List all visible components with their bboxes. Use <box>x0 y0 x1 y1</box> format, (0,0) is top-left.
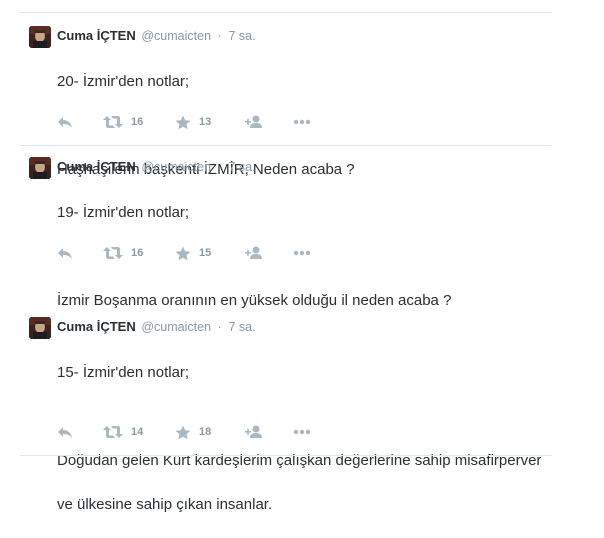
tweet-time[interactable]: 7 sa. <box>228 320 255 334</box>
star-icon <box>175 115 191 129</box>
tweet-divider <box>20 145 552 146</box>
more-icon <box>293 250 311 256</box>
retweet-icon <box>103 116 123 128</box>
tweet-text-line: 15- İzmir'den notlar; <box>57 364 190 381</box>
favorite-button[interactable]: 18 <box>175 423 211 441</box>
follow-icon <box>245 425 262 438</box>
more-button[interactable] <box>293 113 311 131</box>
favorite-button[interactable]: 15 <box>175 244 211 262</box>
reply-button[interactable] <box>57 244 73 262</box>
more-icon <box>293 429 311 435</box>
tweet-header: Cuma İÇTEN @cumaicten · 7 sa. <box>57 319 256 335</box>
follow-button[interactable] <box>245 423 263 441</box>
more-button[interactable] <box>293 423 311 441</box>
avatar[interactable] <box>29 157 51 179</box>
tweet-actions: 16 13 <box>57 113 357 131</box>
more-button[interactable] <box>293 244 311 262</box>
follow-icon <box>245 246 262 259</box>
author-handle[interactable]: @cumaicten <box>141 160 211 174</box>
retweet-icon <box>103 247 123 259</box>
tweet-actions: 14 18 <box>57 423 357 441</box>
reply-icon <box>58 427 72 438</box>
star-icon <box>175 246 191 260</box>
tweet-text-line: ve ülkesine sahip çıkan insanlar. <box>57 496 273 513</box>
reply-icon <box>58 248 72 259</box>
follow-button[interactable] <box>245 113 263 131</box>
reply-button[interactable] <box>57 113 73 131</box>
reply-icon <box>58 117 72 128</box>
follow-button[interactable] <box>245 244 263 262</box>
star-icon <box>175 425 191 439</box>
tweet-header: Cuma İÇTEN @cumaicten · 7 sa. <box>57 159 256 175</box>
follow-icon <box>245 115 262 128</box>
tweet-text-line: 20- İzmir'den notlar; <box>57 73 190 90</box>
reply-button[interactable] <box>57 423 73 441</box>
separator-dot: · <box>217 29 222 43</box>
favorite-count: 18 <box>199 426 212 438</box>
retweet-button[interactable]: 16 <box>103 244 143 262</box>
author-name[interactable]: Cuma İÇTEN <box>57 28 136 43</box>
tweet-text-line: 19- İzmir'den notlar; <box>57 204 190 221</box>
retweet-count: 14 <box>131 426 144 438</box>
separator-dot: · <box>217 320 222 334</box>
avatar[interactable] <box>29 317 51 339</box>
author-handle[interactable]: @cumaicten <box>141 320 211 334</box>
more-icon <box>293 119 311 125</box>
retweet-count: 16 <box>131 116 144 128</box>
retweet-icon <box>103 426 123 438</box>
author-name[interactable]: Cuma İÇTEN <box>57 159 136 174</box>
avatar[interactable] <box>29 26 51 48</box>
favorite-button[interactable]: 13 <box>175 113 211 131</box>
tweet-time[interactable]: 7 sa. <box>228 29 255 43</box>
favorite-count: 13 <box>199 116 212 128</box>
retweet-button[interactable]: 16 <box>103 113 143 131</box>
separator-dot: · <box>217 160 222 174</box>
tweet-actions: 16 15 <box>57 244 357 262</box>
author-name[interactable]: Cuma İÇTEN <box>57 319 136 334</box>
tweet-header: Cuma İÇTEN @cumaicten · 7 sa. <box>57 28 256 44</box>
tweet-text-line: İzmir Boşanma oranının en yüksek olduğu … <box>57 292 452 309</box>
tweet-time[interactable]: 7 sa. <box>228 160 255 174</box>
top-divider <box>20 12 552 13</box>
bottom-divider <box>20 455 552 456</box>
author-handle[interactable]: @cumaicten <box>141 29 211 43</box>
favorite-count: 15 <box>199 247 212 259</box>
retweet-count: 16 <box>131 247 144 259</box>
tweet-text-line: Doğudan gelen Kürt kardeşlerim çalışkan … <box>57 452 542 469</box>
retweet-button[interactable]: 14 <box>103 423 143 441</box>
